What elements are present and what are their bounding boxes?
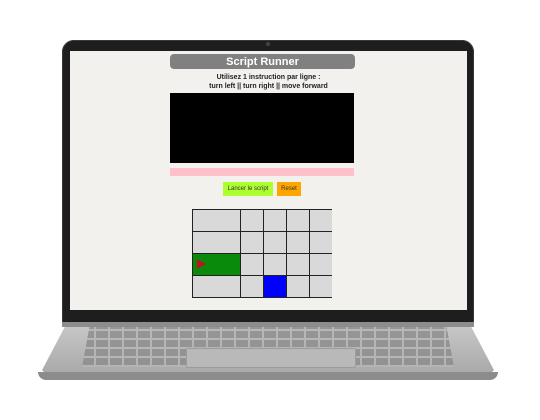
robot-arrow-icon: [197, 259, 206, 269]
grid-cell: [287, 276, 309, 297]
game-grid: [192, 209, 332, 298]
instructions-line-1: Utilisez 1 instruction par ligne :: [216, 74, 321, 81]
grid-cell: [241, 232, 263, 253]
grid-cell: [241, 210, 263, 231]
goal-cell: [264, 276, 286, 297]
grid-cell: [193, 210, 240, 231]
grid-cell: [264, 210, 286, 231]
laptop-hinge: [62, 322, 474, 327]
grid-cell: [241, 254, 263, 275]
laptop-foot: [38, 372, 498, 380]
grid-cell: [310, 276, 332, 297]
error-message-bar: [170, 168, 354, 176]
grid-cell: [310, 210, 332, 231]
webcam: [266, 42, 270, 46]
grid-cell: [264, 232, 286, 253]
grid-cell: [193, 232, 240, 253]
grid-cell: [193, 276, 240, 297]
grid-cell: [287, 232, 309, 253]
grid-cell: [241, 276, 263, 297]
robot-cell: [193, 254, 240, 275]
grid-cell: [287, 254, 309, 275]
page-title: Script Runner: [170, 54, 355, 69]
run-script-button[interactable]: Lancer le script: [223, 182, 273, 196]
grid-cell: [287, 210, 309, 231]
reset-button[interactable]: Reset: [277, 182, 301, 196]
grid-cell: [310, 254, 332, 275]
grid-cell: [264, 254, 286, 275]
instructions-line-2: turn left || turn right || move forward: [209, 83, 328, 90]
laptop-screen: Script Runner Utilisez 1 instruction par…: [70, 51, 467, 310]
trackpad: [186, 348, 356, 368]
grid-cell: [310, 232, 332, 253]
script-editor[interactable]: [170, 93, 354, 163]
